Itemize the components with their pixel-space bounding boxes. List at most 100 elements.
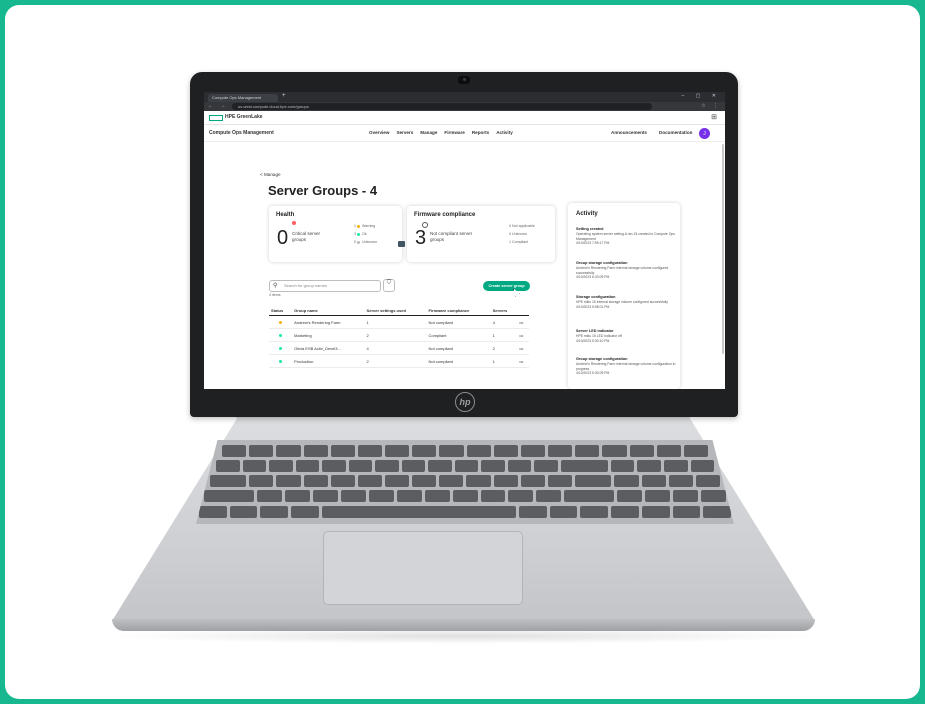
browser-toolbar-icons[interactable]: ☆ ⋮: [701, 103, 721, 109]
window-controls[interactable]: – ▢ ✕: [682, 93, 721, 99]
trackpad: [323, 531, 523, 605]
col-group-name[interactable]: Group name: [292, 305, 365, 316]
col-firmware[interactable]: Firmware compliance: [426, 305, 491, 316]
create-server-group-button[interactable]: Create server group: [483, 281, 530, 291]
nav-documentation[interactable]: Documentation: [659, 130, 692, 135]
nav-announcements[interactable]: Announcements: [611, 130, 647, 135]
page-title: Server Groups - 4: [268, 183, 378, 198]
server-count: 1: [490, 328, 518, 342]
compliance: Not compliant: [426, 315, 491, 329]
greenlake-header: HPE GreenLake ⊞: [204, 111, 725, 125]
expand-icon[interactable]: [398, 241, 405, 247]
col-actions: [517, 305, 529, 316]
firmware-heading: Firmware compliance: [414, 212, 476, 218]
table-row[interactable]: Olivia ESB Activ_Devel3... 4 Not complia…: [269, 341, 529, 355]
app-nav: Compute Ops Management Overview Servers …: [204, 125, 725, 142]
url-field[interactable]: us-west.compute.cloud.hpe.com/groups: [232, 103, 652, 110]
status-ok-icon: [279, 333, 282, 337]
row-actions-button[interactable]: •••: [517, 328, 529, 342]
activity-panel: Activity Setting created Operating syste…: [568, 203, 680, 389]
group-name[interactable]: Olivia ESB Activ_Devel3...: [292, 341, 365, 355]
group-name[interactable]: Andrew's Rendering Farm: [292, 315, 365, 329]
col-server-settings[interactable]: Server settings used: [364, 305, 427, 316]
col-status[interactable]: Status: [269, 305, 293, 316]
server-count: 2: [490, 341, 518, 355]
health-label: Critical server groups: [292, 231, 321, 242]
browser-tab[interactable]: Compute Ops Management: [208, 94, 278, 102]
filter-icon[interactable]: ⛉: [383, 279, 395, 292]
compliance: Not compliant: [426, 354, 491, 368]
back-link[interactable]: < Manage: [260, 172, 281, 177]
user-avatar[interactable]: J: [699, 128, 710, 139]
hpe-logo-icon: [209, 115, 223, 121]
brand-name[interactable]: HPE GreenLake: [225, 114, 263, 120]
table-row[interactable]: Marketing 2 Compliant 1 •••: [269, 328, 529, 342]
legend-compliant: 1 Compliant: [509, 240, 529, 244]
settings-count: 1: [364, 315, 427, 329]
nav-firmware[interactable]: Firmware: [444, 130, 464, 135]
browser-tab-bar: Compute Ops Management + – ▢ ✕: [204, 92, 725, 102]
activity-item[interactable]: Storage configuration HPE mklu 15 intern…: [576, 295, 676, 309]
search-placeholder: Search for group names: [284, 283, 327, 288]
nav-reports[interactable]: Reports: [472, 130, 489, 135]
new-tab-button[interactable]: +: [282, 93, 286, 99]
legend-warning: 1 Warning: [354, 224, 376, 228]
keyboard-row: [216, 460, 715, 472]
server-count: 4: [490, 315, 518, 329]
firmware-card[interactable]: Firmware compliance 3 Not compliant serv…: [407, 206, 555, 262]
activity-heading: Activity: [576, 211, 598, 217]
legend-unknown: 0 Unknown: [354, 240, 377, 244]
group-name[interactable]: Production: [292, 354, 365, 368]
health-count: 0: [277, 227, 289, 249]
row-actions-button[interactable]: •••: [517, 315, 529, 329]
table-row[interactable]: Production 2 Not compliant 1 •••: [269, 354, 529, 368]
status-cell: [269, 315, 293, 329]
nav-servers[interactable]: Servers: [396, 130, 413, 135]
items-count: 4 items: [269, 293, 281, 297]
server-count: 1: [490, 354, 518, 368]
row-actions-button[interactable]: •••: [517, 354, 529, 368]
health-legend: 1 Warning 3 Ok 0 Unknown: [354, 222, 377, 246]
keyboard-row: [210, 475, 720, 487]
nav-manage[interactable]: Manage: [420, 130, 437, 135]
health-card[interactable]: Health 0 Critical server groups 1 Warning…: [269, 206, 402, 262]
scrollbar[interactable]: [722, 144, 724, 354]
status-cell: [269, 341, 293, 355]
firmware-label: Not compliant server groups: [430, 231, 473, 242]
settings-count: 2: [364, 354, 427, 368]
laptop-screen: Compute Ops Management + – ▢ ✕ ← → ⟳ us-…: [204, 92, 725, 389]
activity-item[interactable]: Setting created Operating system server …: [576, 227, 676, 246]
activity-item[interactable]: Server LED indicator HPE mklu 15 LED ind…: [576, 329, 676, 343]
server-groups-table: Status Group name Server settings used F…: [269, 305, 529, 368]
search-icon: ⚲: [273, 283, 278, 289]
legend-unknown: 0 Unknown: [509, 232, 527, 236]
group-name[interactable]: Marketing: [292, 328, 365, 342]
laptop: hp Compute Ops Management + – ▢ ✕ ← → ⟳ …: [0, 0, 925, 704]
status-cell: [269, 328, 293, 342]
search-input[interactable]: ⚲ Search for group names: [269, 280, 381, 292]
status-warning-icon: [279, 320, 282, 324]
status-ok-icon: [279, 359, 282, 363]
table-row[interactable]: Andrew's Rendering Farm 1 Not compliant …: [269, 315, 529, 329]
health-heading: Health: [276, 212, 295, 218]
settings-count: 4: [364, 341, 427, 355]
keyboard-row: [204, 490, 727, 502]
col-servers[interactable]: Servers: [490, 305, 518, 316]
app-grid-icon[interactable]: ⊞: [711, 113, 717, 121]
status-ok-icon: [279, 346, 282, 350]
app-title[interactable]: Compute Ops Management: [209, 130, 274, 136]
keyboard-row: [199, 506, 731, 518]
status-cell: [269, 354, 293, 368]
activity-item[interactable]: Group storage configuration Andrew's Ren…: [576, 261, 676, 280]
nav-items: Overview Servers Manage Firmware Reports…: [369, 130, 513, 135]
nav-right: Announcements Documentation: [611, 130, 692, 135]
firmware-count: 3: [415, 227, 427, 249]
keyboard: [196, 440, 734, 524]
firmware-legend: 0 Not applicable 0 Unknown 1 Compliant: [509, 222, 535, 246]
nav-activity[interactable]: Activity: [496, 130, 513, 135]
table-header: Status Group name Server settings used F…: [269, 305, 529, 316]
row-actions-button[interactable]: •••: [517, 341, 529, 355]
activity-item[interactable]: Group storage configuration Andrew's Ren…: [576, 357, 676, 376]
nav-overview[interactable]: Overview: [369, 130, 389, 135]
settings-count: 2: [364, 328, 427, 342]
